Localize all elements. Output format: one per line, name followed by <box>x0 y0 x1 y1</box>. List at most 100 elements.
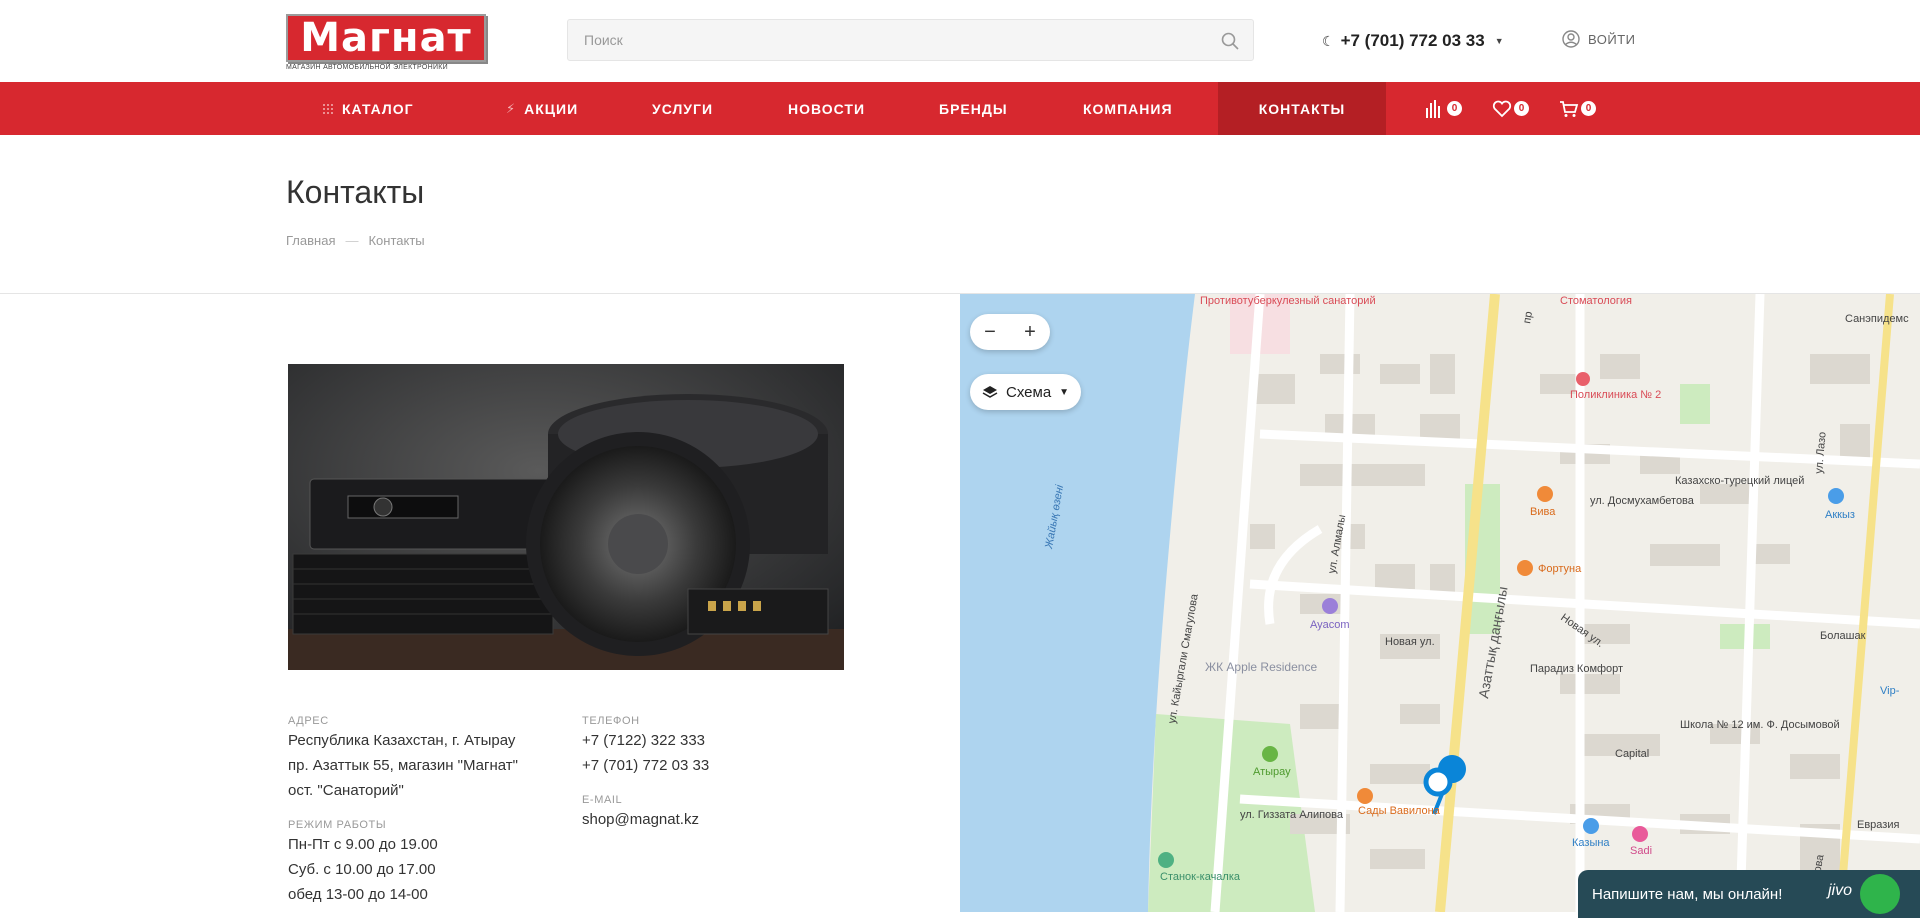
map-label-fortuna: Фортуна <box>1538 563 1582 575</box>
map-label-school: Школа № 12 им. Ф. Досымовой <box>1680 719 1840 731</box>
compare-icon <box>1426 99 1440 118</box>
compare-button[interactable]: 0 <box>1425 99 1462 118</box>
address-line: пр. Азаттык 55, магазин "Магнат" <box>288 757 518 774</box>
site-header: Магнат МАГАЗИН АВТОМОБИЛЬНОЙ ЭЛЕКТРОНИКИ… <box>0 0 1920 82</box>
nav-label: УСЛУГИ <box>652 100 714 117</box>
map-layer-label: Схема <box>1006 383 1052 401</box>
layers-icon <box>982 386 998 398</box>
favorites-button[interactable]: 0 <box>1492 100 1529 118</box>
lightning-icon: ⚡ <box>506 100 517 116</box>
address-line: Республика Казахстан, г. Атырау <box>288 732 516 749</box>
map-label-sanatorium: Противотуберкулезный санаторий <box>1200 295 1376 307</box>
nav-item-company[interactable]: КОМПАНИЯ <box>1077 82 1179 135</box>
hours-line: Суб. с 10.00 до 17.00 <box>288 861 436 878</box>
user-icon <box>1562 30 1580 48</box>
zoom-out-button[interactable]: − <box>984 321 996 344</box>
address-block: АДРЕС Республика Казахстан, г. Атырау пр… <box>288 714 518 803</box>
nav-item-promotions[interactable]: ⚡ АКЦИИ <box>500 82 584 135</box>
map-label-capital: Capital <box>1615 748 1649 760</box>
hours-block: РЕЖИМ РАБОТЫ Пн-Пт с 9.00 до 19.00 Суб. … <box>288 818 438 907</box>
nav-item-brands[interactable]: БРЕНДЫ <box>933 82 1014 135</box>
map-label-street: пр <box>1521 311 1535 325</box>
header-phone-number: +7 (701) 772 03 33 <box>1340 31 1485 50</box>
map-label-street: Новая ул. <box>1385 636 1435 648</box>
compare-count: 0 <box>1447 101 1462 116</box>
map-label-street: ул. Гиззата Алипова <box>1240 809 1344 821</box>
phone-link[interactable]: +7 (7122) 322 333 <box>582 728 709 753</box>
chat-text: Напишите нам, мы онлайн! <box>1592 885 1783 903</box>
map-label-apple: ЖК Apple Residence <box>1205 660 1317 674</box>
map-label-kazyna: Казына <box>1572 837 1610 849</box>
map-label-street: ул. Досмухамбетова <box>1590 495 1695 507</box>
address-label: АДРЕС <box>288 715 329 727</box>
map-layer-button[interactable]: Схема ▼ <box>970 374 1082 410</box>
map-label-sady: Сады Вавилона <box>1358 805 1441 817</box>
map-label-stanok: Станок-качалка <box>1160 871 1241 883</box>
breadcrumb-current: Контакты <box>368 233 425 248</box>
chat-widget[interactable]: Напишите нам, мы онлайн! jivo <box>1578 870 1920 918</box>
nav-icons: 0 0 0 <box>1425 82 1596 135</box>
map-label-lyceum: Казахско-турецкий лицей <box>1675 475 1804 487</box>
store-photo <box>288 364 844 670</box>
email-block: E-MAIL shop@magnat.kz <box>582 793 699 832</box>
map[interactable]: Противотуберкулезный санаторий Стоматоло… <box>960 294 1920 912</box>
nav-item-catalog[interactable]: КАТАЛОГ <box>316 82 420 135</box>
cart-icon <box>1560 100 1579 117</box>
breadcrumb-home[interactable]: Главная <box>286 233 335 248</box>
logo-text: Магнат <box>286 14 486 62</box>
favorites-count: 0 <box>1514 101 1529 116</box>
logo[interactable]: Магнат МАГАЗИН АВТОМОБИЛЬНОЙ ЭЛЕКТРОНИКИ <box>286 14 486 72</box>
moon-icon: ☾ <box>1322 32 1335 49</box>
phone-link[interactable]: +7 (701) 772 03 33 <box>582 753 709 778</box>
map-label-polyclinic: Поликлиника № 2 <box>1570 389 1661 401</box>
login-label: ВОЙТИ <box>1588 31 1636 47</box>
search-icon[interactable] <box>1221 32 1239 50</box>
nav-item-news[interactable]: НОВОСТИ <box>782 82 871 135</box>
grid-icon <box>323 103 333 114</box>
logo-subtitle: МАГАЗИН АВТОМОБИЛЬНОЙ ЭЛЕКТРОНИКИ <box>286 64 448 71</box>
nav-label: КАТАЛОГ <box>342 100 414 117</box>
chevron-down-icon: ▼ <box>1494 36 1504 46</box>
map-label-viva: Вива <box>1530 506 1556 518</box>
zoom-in-button[interactable]: + <box>1024 321 1036 344</box>
map-label-paradiz: Парадиз Комфорт <box>1530 663 1623 675</box>
phone-block: ТЕЛЕФОН +7 (7122) 322 333 +7 (701) 772 0… <box>582 714 709 778</box>
map-label-akkys: Аккыз <box>1825 509 1855 521</box>
hours-line: Пн-Пт с 9.00 до 19.00 <box>288 836 438 853</box>
email-link[interactable]: shop@magnat.kz <box>582 807 699 832</box>
email-label: E-MAIL <box>582 794 623 806</box>
chat-brand: jivo <box>1828 882 1853 899</box>
car-audio-image <box>288 364 844 670</box>
map-label-atyrau: Атырау <box>1253 766 1291 778</box>
nav-label: БРЕНДЫ <box>939 100 1008 117</box>
search-input[interactable] <box>568 20 1253 60</box>
heart-icon <box>1492 100 1512 117</box>
address-line: ост. "Санаторий" <box>288 782 404 799</box>
header-phone[interactable]: ☾ +7 (701) 772 03 33 ▼ <box>1322 31 1504 51</box>
cart-button[interactable]: 0 <box>1559 100 1596 118</box>
map-label-evrazia: Евразия <box>1857 819 1899 831</box>
map-label-sadi: Sadi <box>1630 845 1652 857</box>
map-label-vip: Vip- <box>1880 685 1900 697</box>
nav-label: КОНТАКТЫ <box>1258 100 1346 117</box>
breadcrumb-separator: — <box>345 233 359 248</box>
map-label-ayacom: Ayacom <box>1310 619 1350 631</box>
map-canvas[interactable]: Противотуберкулезный санаторий Стоматоло… <box>960 294 1920 912</box>
nav-item-services[interactable]: УСЛУГИ <box>646 82 719 135</box>
map-label-stomatology: Стоматология <box>1560 295 1632 307</box>
map-label-sanepid: Санэпидемс <box>1845 313 1909 325</box>
breadcrumb: Главная — Контакты <box>286 233 425 248</box>
chevron-down-icon: ▼ <box>1059 386 1070 398</box>
phone-label: ТЕЛЕФОН <box>582 715 640 727</box>
chat-online-icon <box>1860 874 1900 914</box>
map-label-bolashak: Болашак <box>1820 630 1866 642</box>
nav-item-contacts[interactable]: КОНТАКТЫ <box>1218 82 1386 135</box>
page-title: Контакты <box>286 174 425 210</box>
hours-label: РЕЖИМ РАБОТЫ <box>288 819 387 831</box>
search-box <box>567 19 1254 61</box>
main-nav: КАТАЛОГ ⚡ АКЦИИ УСЛУГИ НОВОСТИ БРЕНДЫ КО… <box>0 82 1920 135</box>
login-button[interactable]: ВОЙТИ <box>1562 30 1635 48</box>
map-zoom-control: − + <box>970 314 1050 350</box>
hours-line: обед 13-00 до 14-00 <box>288 886 428 903</box>
map-label-street: ул. Кайыргали Смагулова <box>1166 592 1201 724</box>
